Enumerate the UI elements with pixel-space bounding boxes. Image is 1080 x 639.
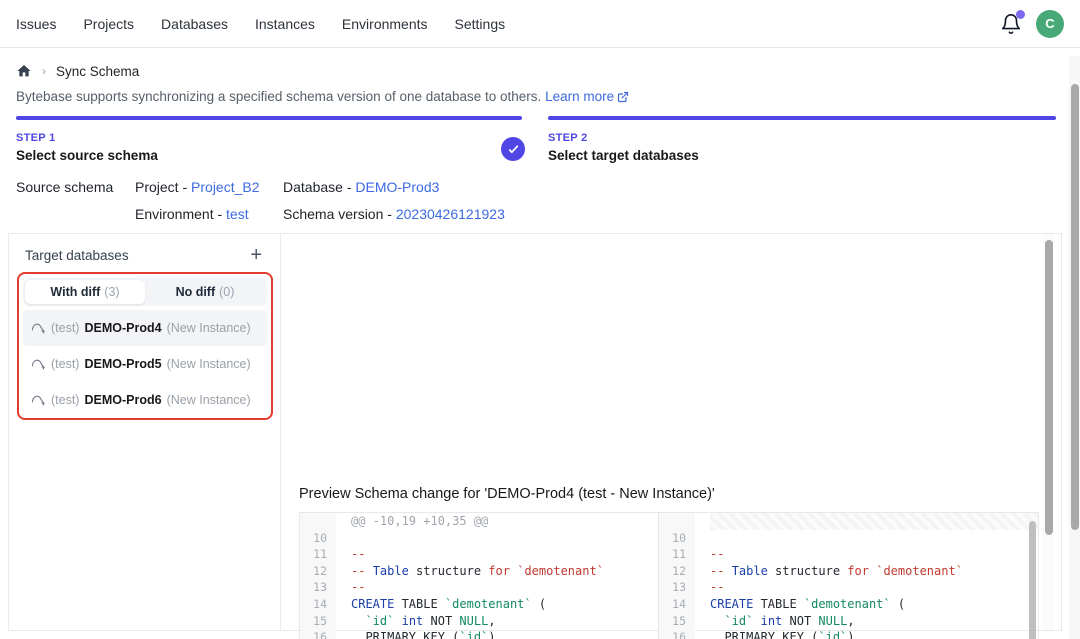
breadcrumb: › Sync Schema [16,63,139,79]
check-icon [507,143,520,156]
diff-line: 15 `id` int NOT NULL, [300,613,658,630]
diff-line: 11-- [300,546,658,563]
diff-pane-original: @@ -10,19 +10,35 @@1011--12-- Table stru… [300,513,659,639]
db-instance-suffix: (New Instance) [167,357,251,371]
target-database-list: (test) DEMO-Prod4 (New Instance) (test) … [23,310,267,418]
step-2-progress-bar [548,116,1056,120]
page-scrollbar-thumb[interactable] [1071,84,1079,530]
notification-dot [1016,10,1025,19]
db-environment: (test) [51,321,79,335]
learn-more-link[interactable]: Learn more [545,89,629,104]
source-schema-summary: Source schema Project - Project_B2 Envir… [16,179,505,233]
breadcrumb-separator: › [42,64,46,78]
nav-item-databases[interactable]: Databases [161,16,228,32]
diff-line: 10 [659,530,1038,547]
home-icon[interactable] [16,63,32,79]
editor-scrollbar-thumb[interactable] [1029,521,1036,639]
target-databases-panel: Target databases + With diff (3) No diff… [9,234,281,630]
step-2-title: Select target databases [548,148,1056,163]
nav-item-instances[interactable]: Instances [255,16,315,32]
source-field-environment: Environment - test [135,206,283,233]
intro-text: Bytebase supports synchronizing a specif… [16,89,629,104]
database-link[interactable]: DEMO-Prod3 [355,179,439,195]
step-1-completed-check [501,137,525,161]
nav-right: C [1000,10,1064,38]
selection-highlight-box: With diff (3) No diff (0) (test) DEMO-Pr… [17,272,273,420]
diff-line: 14CREATE TABLE `demotenant` ( [300,596,658,613]
diff-line: @@ -10,19 +10,35 @@ [300,513,658,530]
source-schema-fields: Project - Project_B2 Environment - test … [135,179,505,233]
step-2: STEP 2 Select target databases [548,116,1056,163]
top-navigation: Issues Projects Databases Instances Environm… [0,0,1080,48]
diff-line: 12-- Table structure for `demotenant` [659,563,1038,580]
breadcrumb-page-label: Sync Schema [56,64,139,79]
schema-diff-editor: @@ -10,19 +10,35 @@1011--12-- Table stru… [299,512,1039,639]
nav-menu: Issues Projects Databases Instances Environm… [16,16,505,32]
sync-schema-page: Issues Projects Databases Instances Environm… [0,0,1080,639]
diff-line: 13-- [659,579,1038,596]
step-2-label: STEP 2 [548,132,1056,144]
mysql-icon [31,321,46,336]
target-databases-header: Target databases + [9,234,280,270]
target-database-item[interactable]: (test) DEMO-Prod6 (New Instance) [23,382,267,418]
db-name: DEMO-Prod6 [84,393,161,407]
diff-line: 14CREATE TABLE `demotenant` ( [659,596,1038,613]
source-field-project: Project - Project_B2 [135,179,283,206]
project-link[interactable]: Project_B2 [191,179,259,195]
content-container: Target databases + With diff (3) No diff… [8,233,1062,631]
diff-line: 10 [300,530,658,547]
source-field-schema-version: Schema version - 20230426121923 [283,206,505,233]
nav-item-issues[interactable]: Issues [16,16,56,32]
db-name: DEMO-Prod5 [84,357,161,371]
diff-line: 11-- [659,546,1038,563]
external-link-icon [617,91,629,103]
notifications-button[interactable] [1000,13,1022,35]
source-field-database: Database - DEMO-Prod3 [283,179,505,206]
diff-line: 16 PRIMARY KEY (`id`) [300,629,658,639]
diff-line: 12-- Table structure for `demotenant` [300,563,658,580]
step-1-label: STEP 1 [16,132,522,144]
mysql-icon [31,357,46,372]
nav-item-projects[interactable]: Projects [83,16,134,32]
add-target-database-button[interactable]: + [248,246,264,264]
db-instance-suffix: (New Instance) [167,321,251,335]
schema-version-link[interactable]: 20230426121923 [396,206,505,222]
step-1-title: Select source schema [16,148,522,163]
mysql-icon [31,393,46,408]
step-1-progress-bar [16,116,522,120]
tab-with-diff[interactable]: With diff (3) [25,280,145,304]
diff-filter-tabs: With diff (3) No diff (0) [23,278,267,306]
diff-line: 15 `id` int NOT NULL, [659,613,1038,630]
diff-line [659,513,1038,530]
db-instance-suffix: (New Instance) [167,393,251,407]
environment-link[interactable]: test [226,206,249,222]
preview-title: Preview Schema change for 'DEMO-Prod4 (t… [299,486,715,502]
diff-line: 13-- [300,579,658,596]
nav-item-settings[interactable]: Settings [455,16,506,32]
target-databases-title: Target databases [25,248,129,263]
step-1: STEP 1 Select source schema [16,116,522,163]
db-name: DEMO-Prod4 [84,321,161,335]
source-schema-label: Source schema [16,179,135,233]
nav-item-environments[interactable]: Environments [342,16,428,32]
db-environment: (test) [51,357,79,371]
intro-description: Bytebase supports synchronizing a specif… [16,89,541,104]
diff-line: 16 PRIMARY KEY (`id`) [659,629,1038,639]
target-database-item[interactable]: (test) DEMO-Prod4 (New Instance) [23,310,267,346]
tab-no-diff[interactable]: No diff (0) [145,280,265,304]
diff-pane-modified: 1011--12-- Table structure for `demotena… [659,513,1038,639]
db-environment: (test) [51,393,79,407]
avatar[interactable]: C [1036,10,1064,38]
panel-scrollbar-thumb[interactable] [1045,240,1053,535]
target-database-item[interactable]: (test) DEMO-Prod5 (New Instance) [23,346,267,382]
